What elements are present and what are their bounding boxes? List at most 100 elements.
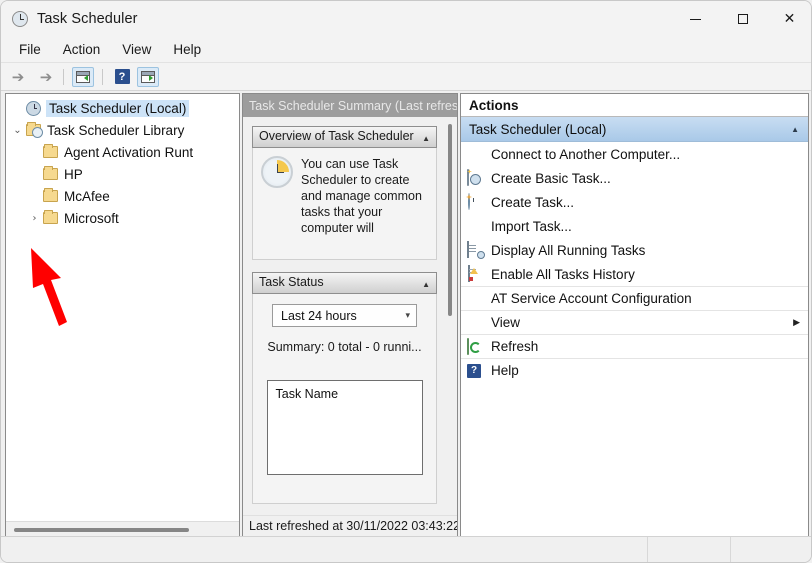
title-bar: Task Scheduler ✕ [1,1,812,37]
tree-item-label: Agent Activation Runt [64,145,193,160]
forward-arrow-icon[interactable]: ➔ [35,67,57,87]
window-title: Task Scheduler [37,11,138,27]
console-tree: Task Scheduler (Local) ⌄ Task Scheduler … [6,94,239,229]
action-at-service-account-configuration[interactable]: AT Service Account Configuration [461,286,808,310]
action-display-all-running-tasks[interactable]: Display All Running Tasks [461,238,808,262]
action-connect-to-another-computer[interactable]: Connect to Another Computer... [461,142,808,166]
action-label: AT Service Account Configuration [491,291,808,306]
chevron-up-icon[interactable]: ▲ [422,132,430,146]
console-tree-icon [76,71,90,83]
menu-action[interactable]: Action [54,39,110,60]
computer-clock-icon [26,101,41,116]
chevron-right-icon[interactable]: › [26,213,43,224]
help-icon: ? [115,69,130,84]
action-label: Create Basic Task... [491,171,808,186]
scrollbar-thumb[interactable] [448,124,452,316]
actions-header: Actions [461,94,808,117]
back-arrow-icon[interactable]: ➔ [7,67,29,87]
action-label: Import Task... [491,219,808,234]
task-name-list[interactable]: Task Name [267,380,423,475]
content-panes: Task Scheduler (Local) ⌄ Task Scheduler … [5,93,809,537]
task-status-summary: Summary: 0 total - 0 runni... [253,340,436,354]
maximize-button[interactable] [719,1,766,37]
tree-item-task-scheduler-local[interactable]: Task Scheduler (Local) [6,97,239,119]
toolbar-divider-1 [63,69,64,85]
tree-item-task-scheduler-library[interactable]: ⌄ Task Scheduler Library [6,119,239,141]
summary-pane-body: Overview of Task Scheduler ▲ You can use… [243,117,458,516]
action-refresh[interactable]: Refresh [461,334,808,358]
task-name-column-header: Task Name [276,387,339,401]
task-status-card-header[interactable]: Task Status ▲ [252,272,437,294]
action-help[interactable]: ? Help [461,358,808,382]
menu-help[interactable]: Help [164,39,210,60]
tree-item-microsoft[interactable]: › Microsoft [6,207,239,229]
action-label: Enable All Tasks History [491,267,808,282]
status-bar-segment-2 [730,537,812,563]
task-scheduler-window: Task Scheduler ✕ File Action View Help ➔… [0,0,812,563]
tasks-history-icon [467,266,484,282]
scrollbar-thumb[interactable] [14,528,189,532]
refresh-icon [467,339,484,355]
tree-item-label: Task Scheduler Library [47,123,184,138]
no-icon [467,315,484,331]
console-tree-button[interactable] [72,67,94,87]
tree-item-mcafee[interactable]: McAfee [6,185,239,207]
library-folder-icon [26,124,41,136]
overview-card-title: Overview of Task Scheduler [259,129,414,143]
action-label: Connect to Another Computer... [491,147,808,162]
last-refreshed-label: Last refreshed at 30/11/2022 03:43:22 [243,515,457,536]
status-bar-message [1,537,647,563]
chevron-down-icon[interactable]: ⌄ [9,125,26,136]
tree-horizontal-scrollbar[interactable] [6,521,239,536]
task-status-card-body: Last 24 hours ▾ Summary: 0 total - 0 run… [252,294,437,504]
tree-item-agent-activation-runtime[interactable]: Agent Activation Runt [6,141,239,163]
close-button[interactable]: ✕ [766,1,812,37]
action-label: Help [491,363,808,378]
help-button[interactable]: ? [111,67,133,87]
action-view[interactable]: View ▶ [461,310,808,334]
action-label: Refresh [491,339,808,354]
overview-card-header[interactable]: Overview of Task Scheduler ▲ [252,126,437,148]
actions-pane: Actions Task Scheduler (Local) ▲ Connect… [460,93,809,537]
action-pane-icon [141,71,155,83]
no-icon [467,146,484,162]
chevron-up-icon[interactable]: ▲ [422,278,430,292]
overview-card: Overview of Task Scheduler ▲ You can use… [252,126,437,260]
create-basic-task-icon [467,170,484,186]
tree-item-label: McAfee [64,189,110,204]
running-tasks-icon [467,242,484,258]
minimize-icon [690,19,701,20]
overview-card-body: You can use Task Scheduler to create and… [252,148,437,260]
no-icon [467,291,484,307]
action-enable-all-tasks-history[interactable]: Enable All Tasks History [461,262,808,286]
toolbar-divider-2 [102,69,103,85]
time-range-select[interactable]: Last 24 hours ▾ [272,304,417,327]
action-create-task[interactable]: Create Task... [461,190,808,214]
action-pane-button[interactable] [137,67,159,87]
clock-icon [261,156,293,188]
action-create-basic-task[interactable]: Create Basic Task... [461,166,808,190]
status-bar [1,536,812,562]
create-task-icon [467,194,484,210]
task-status-card: Task Status ▲ Last 24 hours ▾ Summary: 0… [252,272,437,504]
maximize-icon [738,14,748,24]
console-tree-pane: Task Scheduler (Local) ⌄ Task Scheduler … [5,93,240,537]
tree-item-label: HP [64,167,83,182]
toolbar: ➔ ➔ ? [1,63,812,91]
menu-file[interactable]: File [10,39,50,60]
overview-text: You can use Task Scheduler to create and… [301,156,430,236]
actions-group-header[interactable]: Task Scheduler (Local) ▲ [461,117,808,142]
action-label: Create Task... [491,195,808,210]
task-status-card-title: Task Status [259,275,324,289]
status-bar-segment-1 [647,537,730,563]
tree-item-hp[interactable]: HP [6,163,239,185]
chevron-up-icon[interactable]: ▲ [791,125,799,134]
menu-view[interactable]: View [113,39,160,60]
folder-icon [43,168,58,180]
minimize-button[interactable] [672,1,719,37]
action-import-task[interactable]: Import Task... [461,214,808,238]
folder-icon [43,212,58,224]
help-icon: ? [467,363,484,379]
submenu-arrow-icon: ▶ [793,318,800,328]
summary-pane-header: Task Scheduler Summary (Last refreshe [243,94,457,117]
